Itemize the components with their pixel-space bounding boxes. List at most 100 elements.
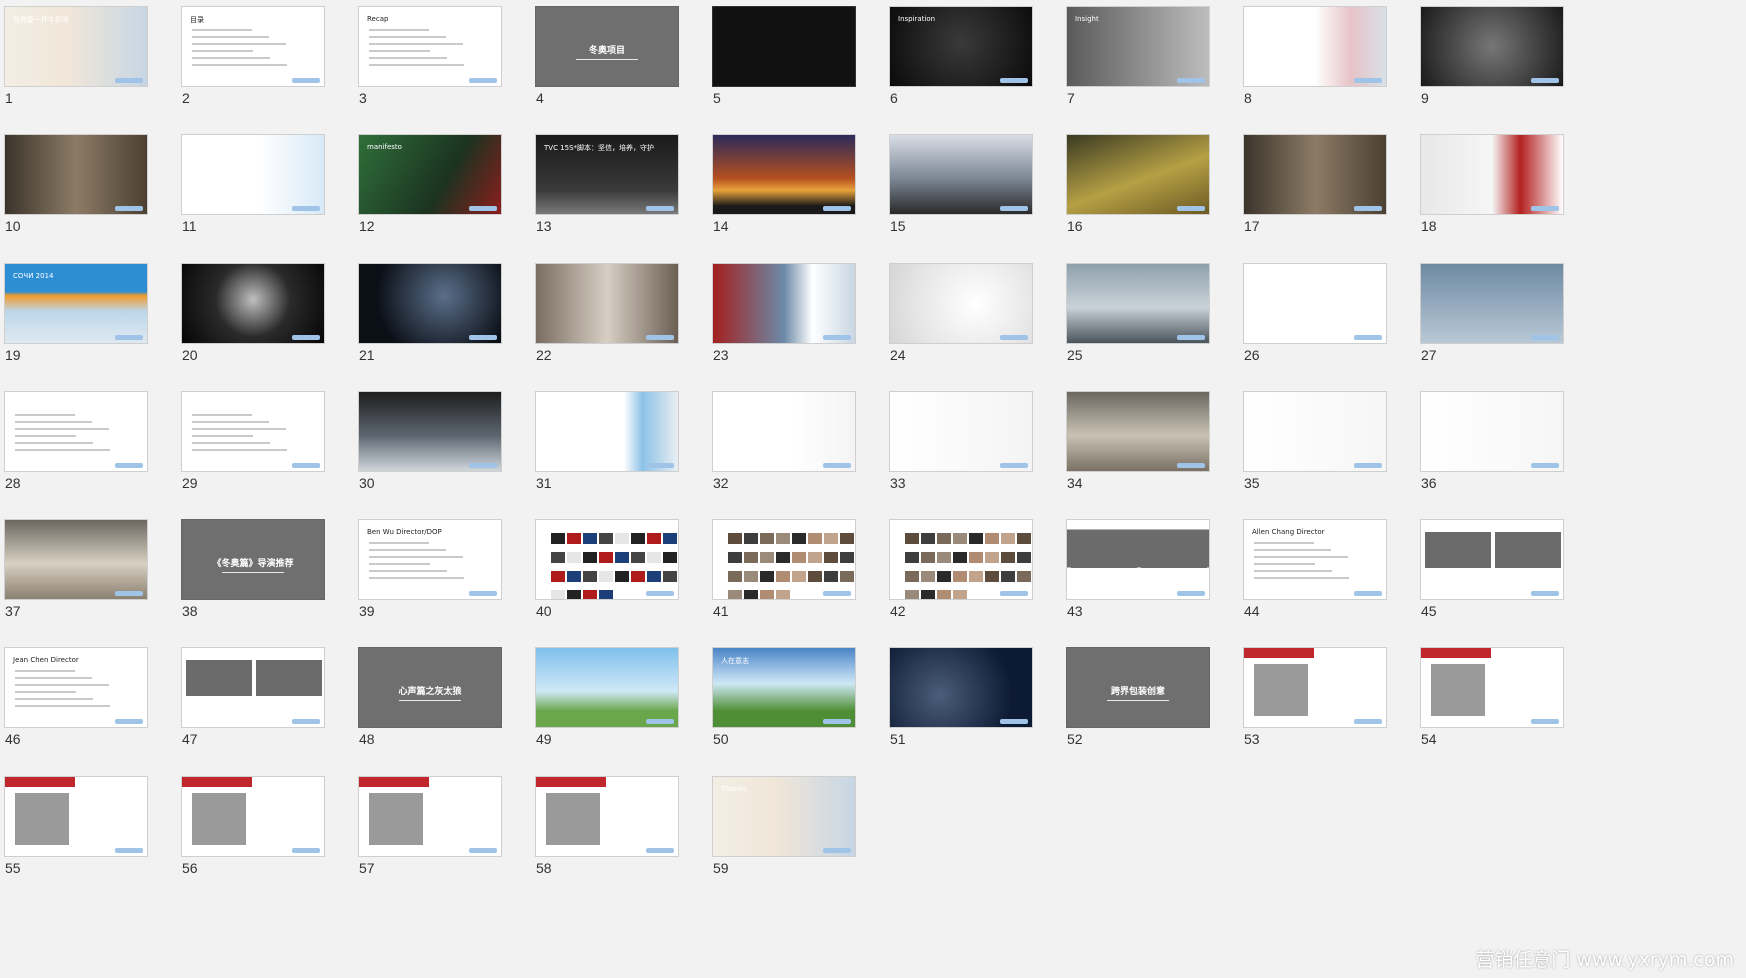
- brand-logo-icon: [646, 463, 674, 468]
- collage-photo: [937, 552, 951, 563]
- slide-text-line: [15, 698, 93, 700]
- slide-thumbnail-37[interactable]: [4, 519, 148, 600]
- slide-thumbnail-50[interactable]: 人在意志: [712, 647, 856, 728]
- slide-thumbnail-59[interactable]: Thanks: [712, 776, 856, 857]
- collage-photo: [551, 533, 565, 544]
- slide-thumbnail-55[interactable]: 3 活力牛奶加油: [4, 776, 148, 857]
- slide-thumbnail-2[interactable]: 目录: [181, 6, 325, 87]
- slide-thumbnail-56[interactable]: 3 活力牛奶加油: [181, 776, 325, 857]
- collage-photo: [567, 590, 581, 599]
- brand-logo-icon: [646, 335, 674, 340]
- slide-thumbnail-41[interactable]: [712, 519, 856, 600]
- slide-thumbnail-31[interactable]: [535, 391, 679, 472]
- slide-thumbnail-30[interactable]: [358, 391, 502, 472]
- slide-number: 34: [1067, 475, 1083, 491]
- brand-logo-icon: [115, 206, 143, 211]
- collage-photo: [663, 571, 677, 582]
- slide-thumbnail-8[interactable]: [1243, 6, 1387, 87]
- slide-number: 8: [1244, 90, 1252, 106]
- slide-thumbnail-4[interactable]: 冬奥项目: [535, 6, 679, 87]
- slide-thumbnail-27[interactable]: [1420, 263, 1564, 344]
- slide-thumbnail-43[interactable]: [1066, 519, 1210, 600]
- slide-number: 4: [536, 90, 544, 106]
- slide-thumbnail-54[interactable]: 2 冬奥观赛: [1420, 647, 1564, 728]
- brand-logo-icon: [823, 848, 851, 853]
- slide-thumbnail-14[interactable]: [712, 134, 856, 215]
- slide-thumbnail-34[interactable]: [1066, 391, 1210, 472]
- brand-logo-icon: [646, 719, 674, 724]
- collage-photo: [905, 590, 919, 599]
- collage-photo: [599, 571, 613, 582]
- collage-photo: [599, 590, 613, 599]
- slide-thumbnail-45[interactable]: [1420, 519, 1564, 600]
- slide-thumbnail-9[interactable]: [1420, 6, 1564, 87]
- slide-thumbnail-32[interactable]: 从我心声听你说 春暖花开: [712, 391, 856, 472]
- slide-thumbnail-36[interactable]: [1420, 391, 1564, 472]
- slide-text-line: [1254, 556, 1348, 558]
- slide-number: 41: [713, 603, 729, 619]
- slide-thumbnail-10[interactable]: [4, 134, 148, 215]
- slide-thumbnail-35[interactable]: [1243, 391, 1387, 472]
- slide-thumbnail-19[interactable]: COЧИ 2014: [4, 263, 148, 344]
- slide-thumbnail-5[interactable]: [712, 6, 856, 87]
- slide-text-line: [1254, 577, 1349, 579]
- slide-thumbnail-18[interactable]: [1420, 134, 1564, 215]
- section-divider-rule: [576, 59, 638, 60]
- slide-text-line: [15, 435, 76, 437]
- slide-thumbnail-15[interactable]: [889, 134, 1033, 215]
- slide-thumbnail-7[interactable]: Insight: [1066, 6, 1210, 87]
- slide-thumbnail-1[interactable]: 我需要一杯牛奶呀: [4, 6, 148, 87]
- slide-thumbnail-40[interactable]: [535, 519, 679, 600]
- slide-thumbnail-42[interactable]: [889, 519, 1033, 600]
- slide-text-line: [1254, 563, 1315, 565]
- slide-thumbnail-21[interactable]: [358, 263, 502, 344]
- slide-text-line: [369, 556, 463, 558]
- slide-thumbnail-26[interactable]: [1243, 263, 1387, 344]
- slide-thumbnail-29[interactable]: [181, 391, 325, 472]
- slide-thumbnail-23[interactable]: [712, 263, 856, 344]
- collage-photo: [985, 571, 999, 582]
- slide-thumbnail-12[interactable]: manifesto: [358, 134, 502, 215]
- collage-photo: [663, 533, 677, 544]
- slide-title: 从我心声听你说 春暖花开: [721, 401, 801, 409]
- slide-number: 33: [890, 475, 906, 491]
- slide-thumbnail-20[interactable]: [181, 263, 325, 344]
- slide-thumbnail-28[interactable]: [4, 391, 148, 472]
- slide-number: 6: [890, 90, 898, 106]
- slide-thumbnail-13[interactable]: TVC 15S*脚本：坚信，培养，守护: [535, 134, 679, 215]
- slide-number: 54: [1421, 731, 1437, 747]
- slide-thumbnail-51[interactable]: [889, 647, 1033, 728]
- slide-title: 我需要一杯牛奶呀: [13, 16, 69, 24]
- brand-logo-icon: [469, 78, 497, 83]
- slide-thumbnail-44[interactable]: Allen Chang Director: [1243, 519, 1387, 600]
- brand-logo-icon: [1531, 591, 1559, 596]
- slide-photo-placeholder: [546, 793, 600, 845]
- slide-thumbnail-58[interactable]: 4 专属心声: [535, 776, 679, 857]
- slide-thumbnail-22[interactable]: [535, 263, 679, 344]
- slide-thumbnail-25[interactable]: [1066, 263, 1210, 344]
- slide-thumbnail-39[interactable]: Ben Wu Director/DOP: [358, 519, 502, 600]
- brand-logo-icon: [823, 591, 851, 596]
- slide-thumbnail-52[interactable]: 跨界包装创意: [1066, 647, 1210, 728]
- slide-thumbnail-33[interactable]: [889, 391, 1033, 472]
- slide-thumbnail-53[interactable]: 1 旅行专座: [1243, 647, 1387, 728]
- brand-logo-icon: [1354, 463, 1382, 468]
- slide-text-line: [15, 421, 92, 423]
- slide-thumbnail-24[interactable]: [889, 263, 1033, 344]
- slide-text-line: [15, 670, 75, 672]
- slide-thumbnail-3[interactable]: Recap: [358, 6, 502, 87]
- brand-logo-icon: [115, 848, 143, 853]
- slide-thumbnail-48[interactable]: 心声篇之灰太狼: [358, 647, 502, 728]
- slide-thumbnail-16[interactable]: [1066, 134, 1210, 215]
- slide-thumbnail-49[interactable]: [535, 647, 679, 728]
- slide-thumbnail-38[interactable]: 《冬奥篇》导演推荐: [181, 519, 325, 600]
- slide-thumbnail-6[interactable]: Inspiration: [889, 6, 1033, 87]
- brand-logo-icon: [823, 719, 851, 724]
- slide-thumbnail-47[interactable]: [181, 647, 325, 728]
- slide-thumbnail-17[interactable]: [1243, 134, 1387, 215]
- slide-photo-placeholder: [15, 793, 69, 845]
- slide-thumbnail-57[interactable]: 3 活力牛奶加油: [358, 776, 502, 857]
- slide-thumbnail-11[interactable]: Campaign Idea: [181, 134, 325, 215]
- collage-photo: [615, 552, 629, 563]
- slide-thumbnail-46[interactable]: Jean Chen Director: [4, 647, 148, 728]
